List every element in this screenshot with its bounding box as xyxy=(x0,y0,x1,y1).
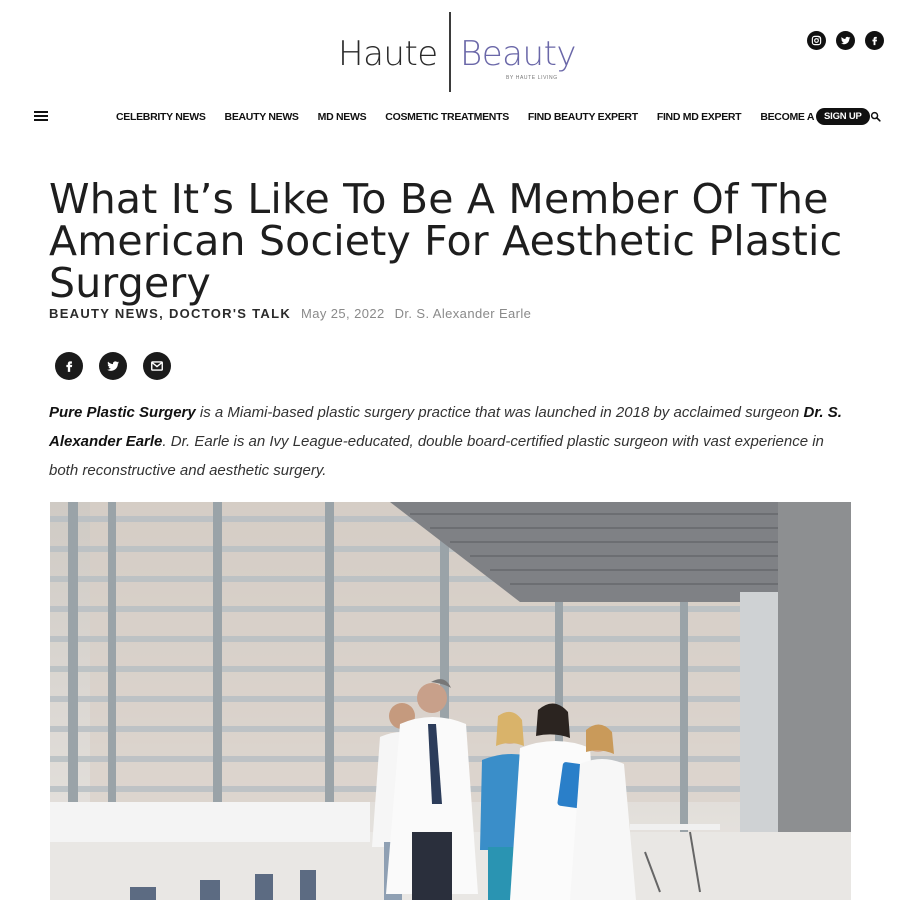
hero-image xyxy=(50,502,851,900)
facebook-icon[interactable] xyxy=(865,31,884,50)
logo-divider xyxy=(449,12,451,92)
nav-cosmetic-treatments[interactable]: COSMETIC TREATMENTS xyxy=(385,111,509,123)
hospital-corridor-illustration xyxy=(50,502,851,900)
twitter-icon[interactable] xyxy=(99,352,127,380)
main-nav: CELEBRITY NEWS BEAUTY NEWS MD NEWS COSME… xyxy=(116,108,880,126)
site-logo[interactable]: Haute Beauty BY HAUTE LIVING xyxy=(338,12,588,94)
article-categories[interactable]: BEAUTY NEWS, DOCTOR'S TALK xyxy=(49,306,291,321)
article-title: What It’s Like To Be A Member Of The Ame… xyxy=(49,175,843,307)
sign-up-button[interactable]: SIGN UP xyxy=(816,108,870,125)
nav-celebrity-news[interactable]: CELEBRITY NEWS xyxy=(116,111,206,123)
article-author[interactable]: Dr. S. Alexander Earle xyxy=(395,306,532,321)
hamburger-menu-icon[interactable] xyxy=(34,111,48,121)
logo-beauty: Beauty xyxy=(460,34,577,74)
email-icon[interactable] xyxy=(143,352,171,380)
twitter-icon[interactable] xyxy=(836,31,855,50)
intro-text-1: is a Miami-based plastic surgery practic… xyxy=(195,404,804,421)
nav-find-beauty-expert[interactable]: FIND BEAUTY EXPERT xyxy=(528,111,638,123)
search-icon[interactable] xyxy=(870,111,881,122)
nav-beauty-news[interactable]: BEAUTY NEWS xyxy=(225,111,299,123)
facebook-icon[interactable] xyxy=(55,352,83,380)
social-links xyxy=(807,31,884,50)
article-meta: BEAUTY NEWS, DOCTOR'S TALK May 25, 2022 … xyxy=(49,306,531,321)
logo-subtitle: BY HAUTE LIVING xyxy=(506,75,558,81)
article-date: May 25, 2022 xyxy=(301,306,385,321)
intro-brand[interactable]: Pure Plastic Surgery xyxy=(49,404,196,421)
article-intro: Pure Plastic Surgery is a Miami-based pl… xyxy=(49,398,849,485)
instagram-icon[interactable] xyxy=(807,31,826,50)
share-buttons xyxy=(55,352,171,380)
intro-text-2: . Dr. Earle is an Ivy League-educated, d… xyxy=(49,433,824,479)
logo-haute: Haute xyxy=(338,34,438,74)
nav-md-news[interactable]: MD NEWS xyxy=(318,111,367,123)
nav-find-md-expert[interactable]: FIND MD EXPERT xyxy=(657,111,742,123)
